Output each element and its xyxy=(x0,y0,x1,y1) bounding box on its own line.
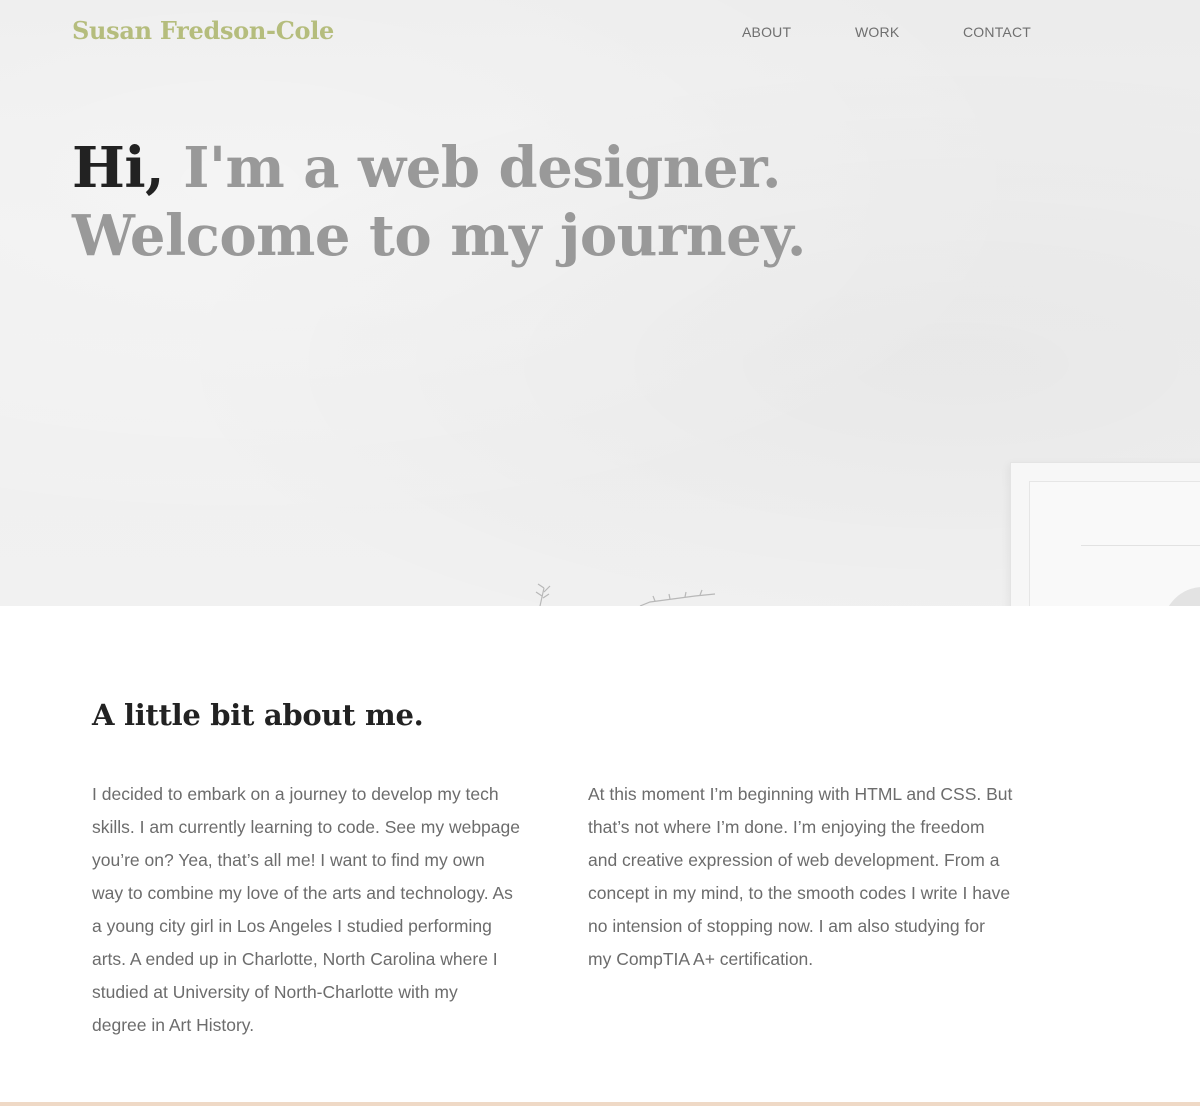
about-right-line: my CompTIA A+ certification. xyxy=(588,949,814,969)
about-right-line: At this moment I’m beginning with HTML a… xyxy=(588,784,1013,804)
picture-frame-inner xyxy=(1029,481,1200,606)
about-title: A little bit about me. xyxy=(92,698,424,732)
about-paragraph-right: At this moment I’m beginning with HTML a… xyxy=(588,778,1013,976)
about-right-line: concept in my mind, to the smooth codes … xyxy=(588,883,1011,903)
hero-section: Susan Fredson-Cole ABOUT WORK CONTACT Hi… xyxy=(0,0,1200,606)
about-left-line: I decided to embark on a journey to deve… xyxy=(92,784,499,804)
about-left-line: you’re on? Yea, that’s all me! I want to… xyxy=(92,850,485,870)
hero-line2: Welcome to my journey. xyxy=(72,203,806,269)
about-left-line: arts. A ended up in Charlotte, North Car… xyxy=(92,949,498,969)
picture-frame-line xyxy=(1081,545,1200,546)
nav-link-work[interactable]: WORK xyxy=(855,24,899,40)
nav-link-contact[interactable]: CONTACT xyxy=(963,24,1031,40)
plant-decoration xyxy=(535,583,716,606)
main-nav: ABOUT WORK CONTACT xyxy=(0,24,1200,44)
about-left-line: a young city girl in Los Angeles I studi… xyxy=(92,916,492,936)
section-divider xyxy=(0,1102,1200,1106)
about-left-line: degree in Art History. xyxy=(92,1015,255,1035)
about-right-line: that’s not where I’m done. I’m enjoying … xyxy=(588,817,985,837)
nav-link-about[interactable]: ABOUT xyxy=(742,24,791,40)
about-left-line: skills. I am currently learning to code.… xyxy=(92,817,520,837)
about-paragraph-left: I decided to embark on a journey to deve… xyxy=(92,778,520,1042)
about-left-line: studied at University of North-Charlotte… xyxy=(92,982,458,1002)
about-left-line: way to combine my love of the arts and t… xyxy=(92,883,513,903)
hero-headline: Hi, I'm a web designer. Welcome to my jo… xyxy=(72,134,806,270)
picture-frame-decoration xyxy=(1010,462,1200,606)
about-right-line: no intension of stopping now. I am also … xyxy=(588,916,985,936)
about-right-line: and creative expression of web developme… xyxy=(588,850,1000,870)
hero-line1: I'm a web designer. xyxy=(183,135,781,201)
hero-greeting: Hi, xyxy=(72,135,165,201)
